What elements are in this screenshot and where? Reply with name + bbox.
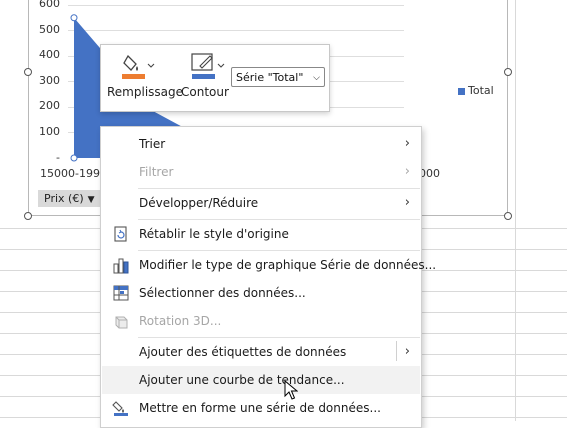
context-menu: Trier › Filtrer › Développer/Réduire › R… [100,126,436,428]
reset-style-icon [114,226,127,242]
menu-item-label: Ajouter une courbe de tendance... [139,373,345,387]
submenu-arrow-icon: › [404,344,410,359]
submenu-arrow-icon: › [404,195,410,210]
resize-handle[interactable] [504,68,512,76]
resize-handle[interactable] [24,212,32,220]
menu-item-add-data-labels[interactable]: Ajouter des étiquettes de données › [102,338,420,366]
fill-label: Remplissage [107,85,184,99]
menu-item-label: Modifier le type de graphique Série de d… [139,258,437,272]
menu-item-format-series[interactable]: Mettre en forme une série de données... [102,394,420,422]
chevron-down-icon: ⌵ [313,73,320,83]
menu-item-label: Rétablir le style d'origine [139,227,289,241]
menu-item-label: Mettre en forme une série de données... [139,401,381,415]
menu-item-label: Ajouter des étiquettes de données [139,345,347,359]
menu-item-label: Trier [139,137,166,151]
x-tick-label: 000 [419,167,440,180]
format-series-icon [112,401,128,416]
submenu-arrow-icon: › [404,136,410,151]
resize-handle[interactable] [504,212,512,220]
field-filter-button[interactable]: Prix (€) ▼ [38,190,101,207]
select-data-icon [113,285,129,301]
menu-item-change-chart-type[interactable]: Modifier le type de graphique Série de d… [102,251,436,279]
resize-handle[interactable] [24,68,32,76]
menu-item-label: Filtrer [139,165,174,179]
x-tick-label: 15000-1999 [40,167,107,180]
field-button-label: Prix (€) [44,192,84,205]
pen-outline-icon [191,53,225,79]
format-mini-toolbar: Remplissage Contour Série "Total" ⌵ [100,44,330,112]
chart-type-icon [113,258,129,274]
chart-legend: Total [458,84,494,97]
rotation-3d-icon [115,316,128,329]
series-select-dropdown[interactable]: Série "Total" ⌵ [231,67,325,87]
menu-item-add-trendline[interactable]: Ajouter une courbe de tendance... [102,366,420,394]
legend-label: Total [468,84,494,97]
series-select-value: Série "Total" [236,71,304,84]
menu-item-label: Développer/Réduire [139,196,259,210]
menu-item-select-data[interactable]: Sélectionner des données... [102,279,420,307]
series-point-handle[interactable] [70,154,78,162]
dropdown-arrow-icon: ▼ [87,195,95,205]
outline-label: Contour [181,85,229,99]
series-point-handle[interactable] [70,14,78,22]
menu-item-label: Sélectionner des données... [139,286,306,300]
menu-item-expand-collapse[interactable]: Développer/Réduire › [102,189,420,217]
split-separator [396,341,397,361]
submenu-arrow-icon: › [404,164,410,179]
menu-item-label: Rotation 3D... [139,314,222,328]
menu-item-rotation-3d: Rotation 3D... [102,307,420,335]
mouse-cursor-icon [284,380,298,400]
menu-item-sort[interactable]: Trier › [102,130,420,158]
menu-item-filter: Filtrer › [102,158,420,186]
legend-swatch [458,87,465,95]
menu-item-reset-style[interactable]: Rétablir le style d'origine [102,220,420,248]
paint-bucket-icon [122,54,155,79]
